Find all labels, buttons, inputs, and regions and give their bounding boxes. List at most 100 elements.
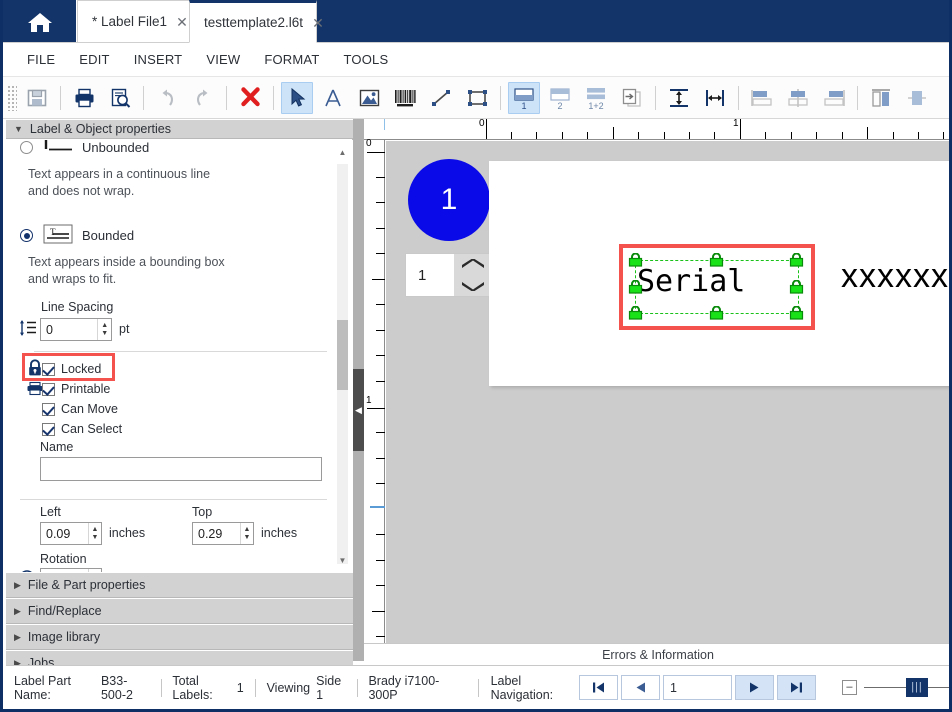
design-canvas-area[interactable]: 0 1 0 [364,119,952,661]
view-side-2-button[interactable]: 2 [544,82,576,114]
vertical-ruler[interactable]: 0 1 [364,140,385,646]
name-input[interactable] [40,457,322,481]
center-horizontal-button[interactable] [699,82,731,114]
chevron-down-icon: ▼ [14,124,23,134]
side-number-down-button[interactable] [454,275,492,296]
section-header-file-part-properties[interactable]: ▶ File & Part properties [6,572,353,598]
left-input[interactable] [41,523,88,544]
checkbox-printable[interactable] [42,383,55,396]
canvas-workspace[interactable]: 1 1 [386,141,952,646]
undo-button[interactable] [151,82,183,114]
lock-handle-bottom-left[interactable] [628,306,643,320]
lock-handle-top-left[interactable] [628,253,643,267]
lock-handle-top-right[interactable] [789,253,804,267]
radio-unbounded[interactable] [20,141,33,154]
align-right-button[interactable] [818,82,850,114]
top-label: Top [192,505,212,519]
align-left-button[interactable] [746,82,778,114]
select-tool-button[interactable] [281,82,313,114]
checkbox-row-can-move[interactable]: Can Move [42,399,118,419]
placeholder-text-object[interactable]: xxxxxxxxxx [841,257,952,296]
align-top-button[interactable] [865,82,897,114]
delete-button[interactable] [234,82,266,114]
align-center-button[interactable] [782,82,814,114]
stepper-arrows[interactable]: ▲▼ [88,523,101,544]
checkbox-row-printable[interactable]: Printable [42,379,110,399]
top-stepper[interactable]: ▲▼ [192,522,254,545]
section-header-find-replace[interactable]: ▶ Find/Replace [6,598,353,624]
zoom-thumb-grip: ||| [911,682,923,693]
collapse-panel-handle[interactable]: ◀ [353,369,364,451]
copy-to-other-side-button[interactable] [616,82,648,114]
menu-file[interactable]: FILE [15,49,67,70]
cursor-arrow-icon [287,87,307,109]
close-icon[interactable]: ✕ [176,15,188,29]
side-number-stepper-buttons[interactable] [454,254,492,296]
image-tool-button[interactable] [353,82,385,114]
lock-handle-middle-left[interactable] [628,280,643,294]
view-side-1-button[interactable]: 1 [508,82,540,114]
align-middle-button[interactable] [901,82,933,114]
lock-handle-bottom-right[interactable] [789,306,804,320]
menu-edit[interactable]: EDIT [67,49,121,70]
menu-format[interactable]: FORMAT [252,49,331,70]
radio-row-unbounded[interactable]: Unbounded [20,140,149,157]
print-preview-button[interactable] [104,82,136,114]
line-spacing-input[interactable] [41,319,97,340]
lock-handle-middle-right[interactable] [789,280,804,294]
scroll-down-icon[interactable]: ▼ [336,554,349,567]
center-vertical-button[interactable] [663,82,695,114]
top-input[interactable] [193,523,240,544]
checkbox-row-can-select[interactable]: Can Select [42,419,122,439]
view-both-sides-button[interactable]: 1+2 [580,82,612,114]
label-sheet[interactable]: Serial [489,161,952,386]
menu-tools[interactable]: TOOLS [331,49,400,70]
shape-tool-button[interactable] [461,82,493,114]
radio-row-bounded[interactable]: T Bounded [20,224,134,247]
side-number-stepper[interactable]: 1 [405,253,493,297]
nav-last-button[interactable] [777,675,816,700]
panel-splitter[interactable]: ◀ [353,119,364,661]
section-header-label-object-properties[interactable]: ▼ Label & Object properties [6,119,353,139]
lock-handle-bottom-center[interactable] [709,306,724,320]
document-tab-label-file1[interactable]: * Label File1 ✕ [77,0,190,43]
side-number-up-button[interactable] [454,254,492,275]
print-button[interactable] [68,82,100,114]
left-stepper[interactable]: ▲▼ [40,522,102,545]
side-1-icon: 1 [511,85,537,111]
menu-insert[interactable]: INSERT [122,49,195,70]
zoom-slider-track[interactable]: ||| [864,687,952,688]
nav-next-button[interactable] [735,675,774,700]
nav-prev-button[interactable] [621,675,660,700]
serial-text-object[interactable]: Serial [619,244,815,330]
text-tool-button[interactable] [317,82,349,114]
zoom-slider-thumb[interactable]: ||| [906,678,928,697]
stepper-arrows[interactable]: ▲▼ [240,523,253,544]
close-icon[interactable]: ✕ [312,16,324,30]
radio-bounded[interactable] [20,229,33,242]
checkbox-can-move[interactable] [42,403,55,416]
nav-first-button[interactable] [579,675,618,700]
properties-scrollbar-thumb[interactable] [337,320,348,390]
menu-view[interactable]: VIEW [194,49,252,70]
scroll-up-icon[interactable]: ▲ [336,146,349,159]
zoom-out-button[interactable]: – [842,680,857,695]
checkbox-can-select[interactable] [42,423,55,436]
redo-button[interactable] [187,82,219,114]
section-header-image-library[interactable]: ▶ Image library [6,624,353,650]
toolbar-drag-grip[interactable] [7,85,17,111]
line-tool-button[interactable] [425,82,457,114]
document-tab-testtemplate2[interactable]: testtemplate2.l6t ✕ [189,0,317,43]
checkbox-locked[interactable] [42,363,55,376]
checkbox-row-locked[interactable]: Locked [42,359,101,379]
nav-page-input[interactable]: 1 [663,675,732,700]
stepper-arrows[interactable]: ▲▼ [97,319,111,340]
home-tab-button[interactable] [3,0,76,43]
barcode-tool-button[interactable] [389,82,421,114]
line-spacing-stepper[interactable]: ▲▼ [40,318,112,341]
save-button[interactable] [21,82,53,114]
align-middle-icon [906,87,928,109]
horizontal-ruler[interactable]: 0 1 [364,119,952,140]
lock-handle-top-center[interactable] [709,253,724,267]
errors-and-information-bar[interactable]: Errors & Information [364,643,952,665]
